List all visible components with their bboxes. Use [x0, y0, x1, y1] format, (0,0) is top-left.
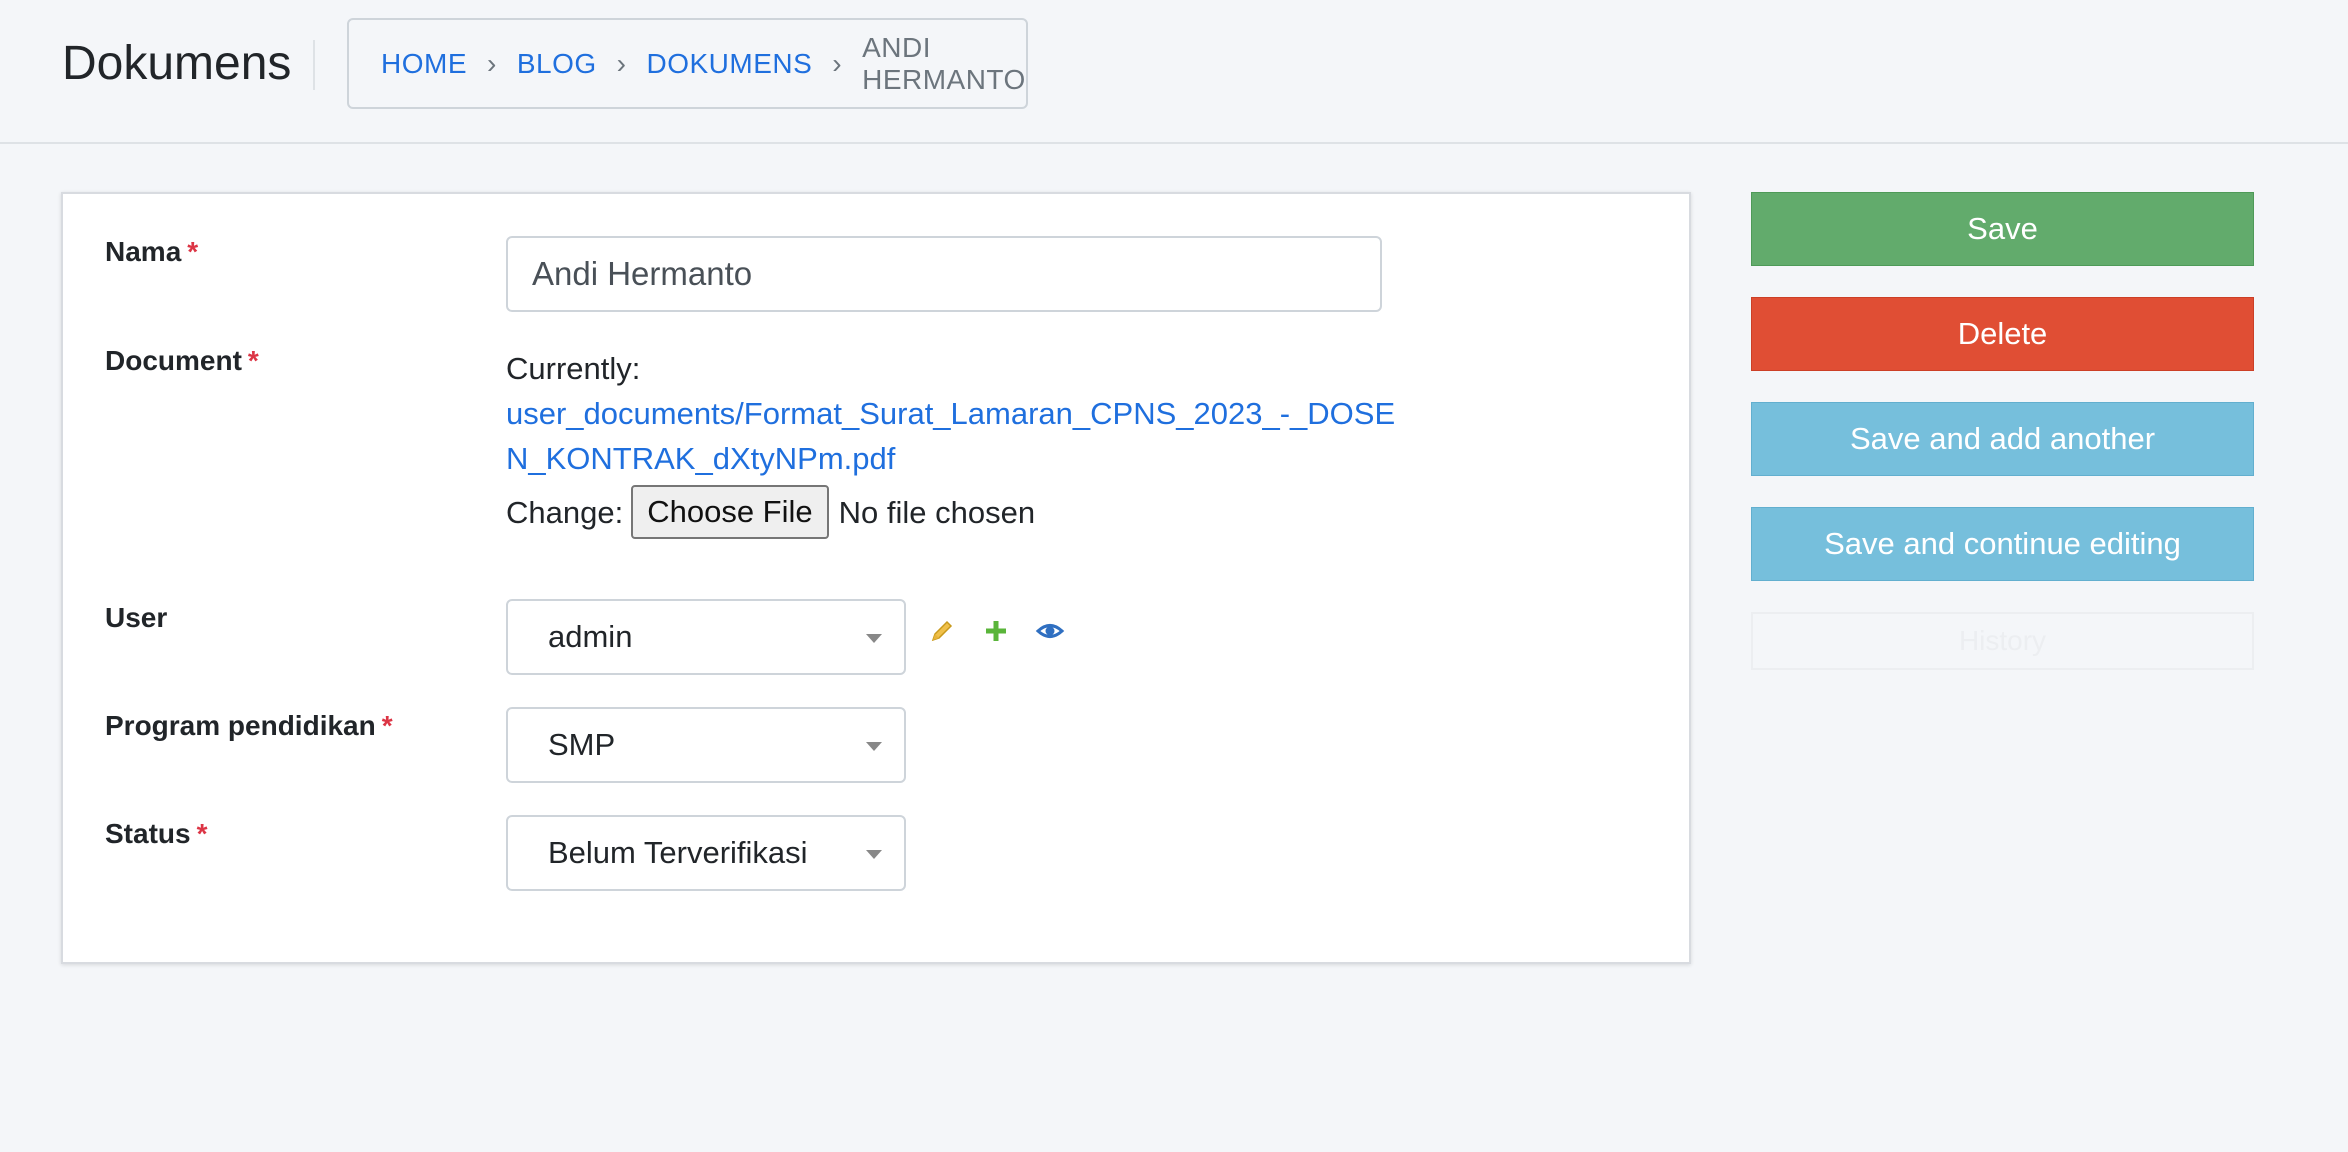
required-marker: * [196, 818, 208, 849]
breadcrumb-blog[interactable]: BLOG [517, 48, 597, 80]
status-label-text: Status [105, 818, 191, 849]
document-label-text: Document [105, 345, 242, 376]
save-continue-button[interactable]: Save and continue editing [1751, 507, 2254, 581]
current-file-link[interactable]: user_documents/Format_Surat_Lamaran_CPNS… [506, 391, 1406, 481]
status-select[interactable]: Belum Terverifikasi [506, 815, 906, 891]
nama-input[interactable] [506, 236, 1382, 312]
program-select-value: SMP [548, 727, 616, 762]
form-card: Nama* Document* Currently: user_document… [61, 192, 1691, 964]
plus-icon[interactable] [981, 616, 1011, 646]
status-select-value: Belum Terverifikasi [548, 835, 808, 870]
page-header: Dokumens HOME › BLOG › DOKUMENS › ANDI H… [0, 0, 2348, 144]
document-label: Document * [105, 345, 259, 377]
related-actions [927, 616, 1065, 646]
currently-label: Currently: [506, 351, 641, 386]
program-select[interactable]: SMP [506, 707, 906, 783]
required-marker: * [247, 345, 259, 376]
save-button[interactable]: Save [1751, 192, 2254, 266]
breadcrumb-home[interactable]: HOME [381, 48, 467, 80]
delete-button[interactable]: Delete [1751, 297, 2254, 371]
breadcrumb-separator: › [487, 47, 497, 79]
program-label: Program pendidikan * [105, 710, 393, 742]
eye-icon[interactable] [1035, 616, 1065, 646]
user-select[interactable]: admin [506, 599, 906, 675]
chevron-down-icon [866, 742, 882, 751]
page-title: Dokumens [62, 37, 292, 90]
history-button[interactable]: History [1751, 612, 2254, 670]
pencil-icon[interactable] [927, 616, 957, 646]
chevron-down-icon [866, 850, 882, 859]
breadcrumb-separator: › [832, 47, 843, 79]
nama-label-text: Nama [105, 236, 182, 267]
choose-file-button[interactable]: Choose File [631, 485, 829, 539]
no-file-text: No file chosen [838, 494, 1036, 530]
user-label-text: User [105, 602, 168, 633]
user-label: User [105, 602, 167, 634]
change-row: Change: Choose File No file chosen [506, 485, 1406, 539]
change-label: Change: [506, 494, 624, 530]
breadcrumb-separator: › [616, 47, 627, 79]
breadcrumb-current: ANDI HERMANTO [862, 31, 1026, 95]
breadcrumb: HOME › BLOG › DOKUMENS › ANDI HERMANTO [347, 18, 1028, 109]
breadcrumb-dokumens[interactable]: DOKUMENS [646, 48, 812, 80]
user-select-value: admin [548, 619, 633, 654]
required-marker: * [187, 236, 199, 267]
title-divider [313, 40, 315, 90]
status-label: Status * [105, 818, 207, 850]
program-label-text: Program pendidikan [105, 710, 376, 741]
save-add-another-button[interactable]: Save and add another [1751, 402, 2254, 476]
document-field: Currently: user_documents/Format_Surat_L… [506, 346, 1406, 539]
nama-label: Nama * [105, 236, 198, 268]
chevron-down-icon [866, 634, 882, 643]
required-marker: * [381, 710, 393, 741]
